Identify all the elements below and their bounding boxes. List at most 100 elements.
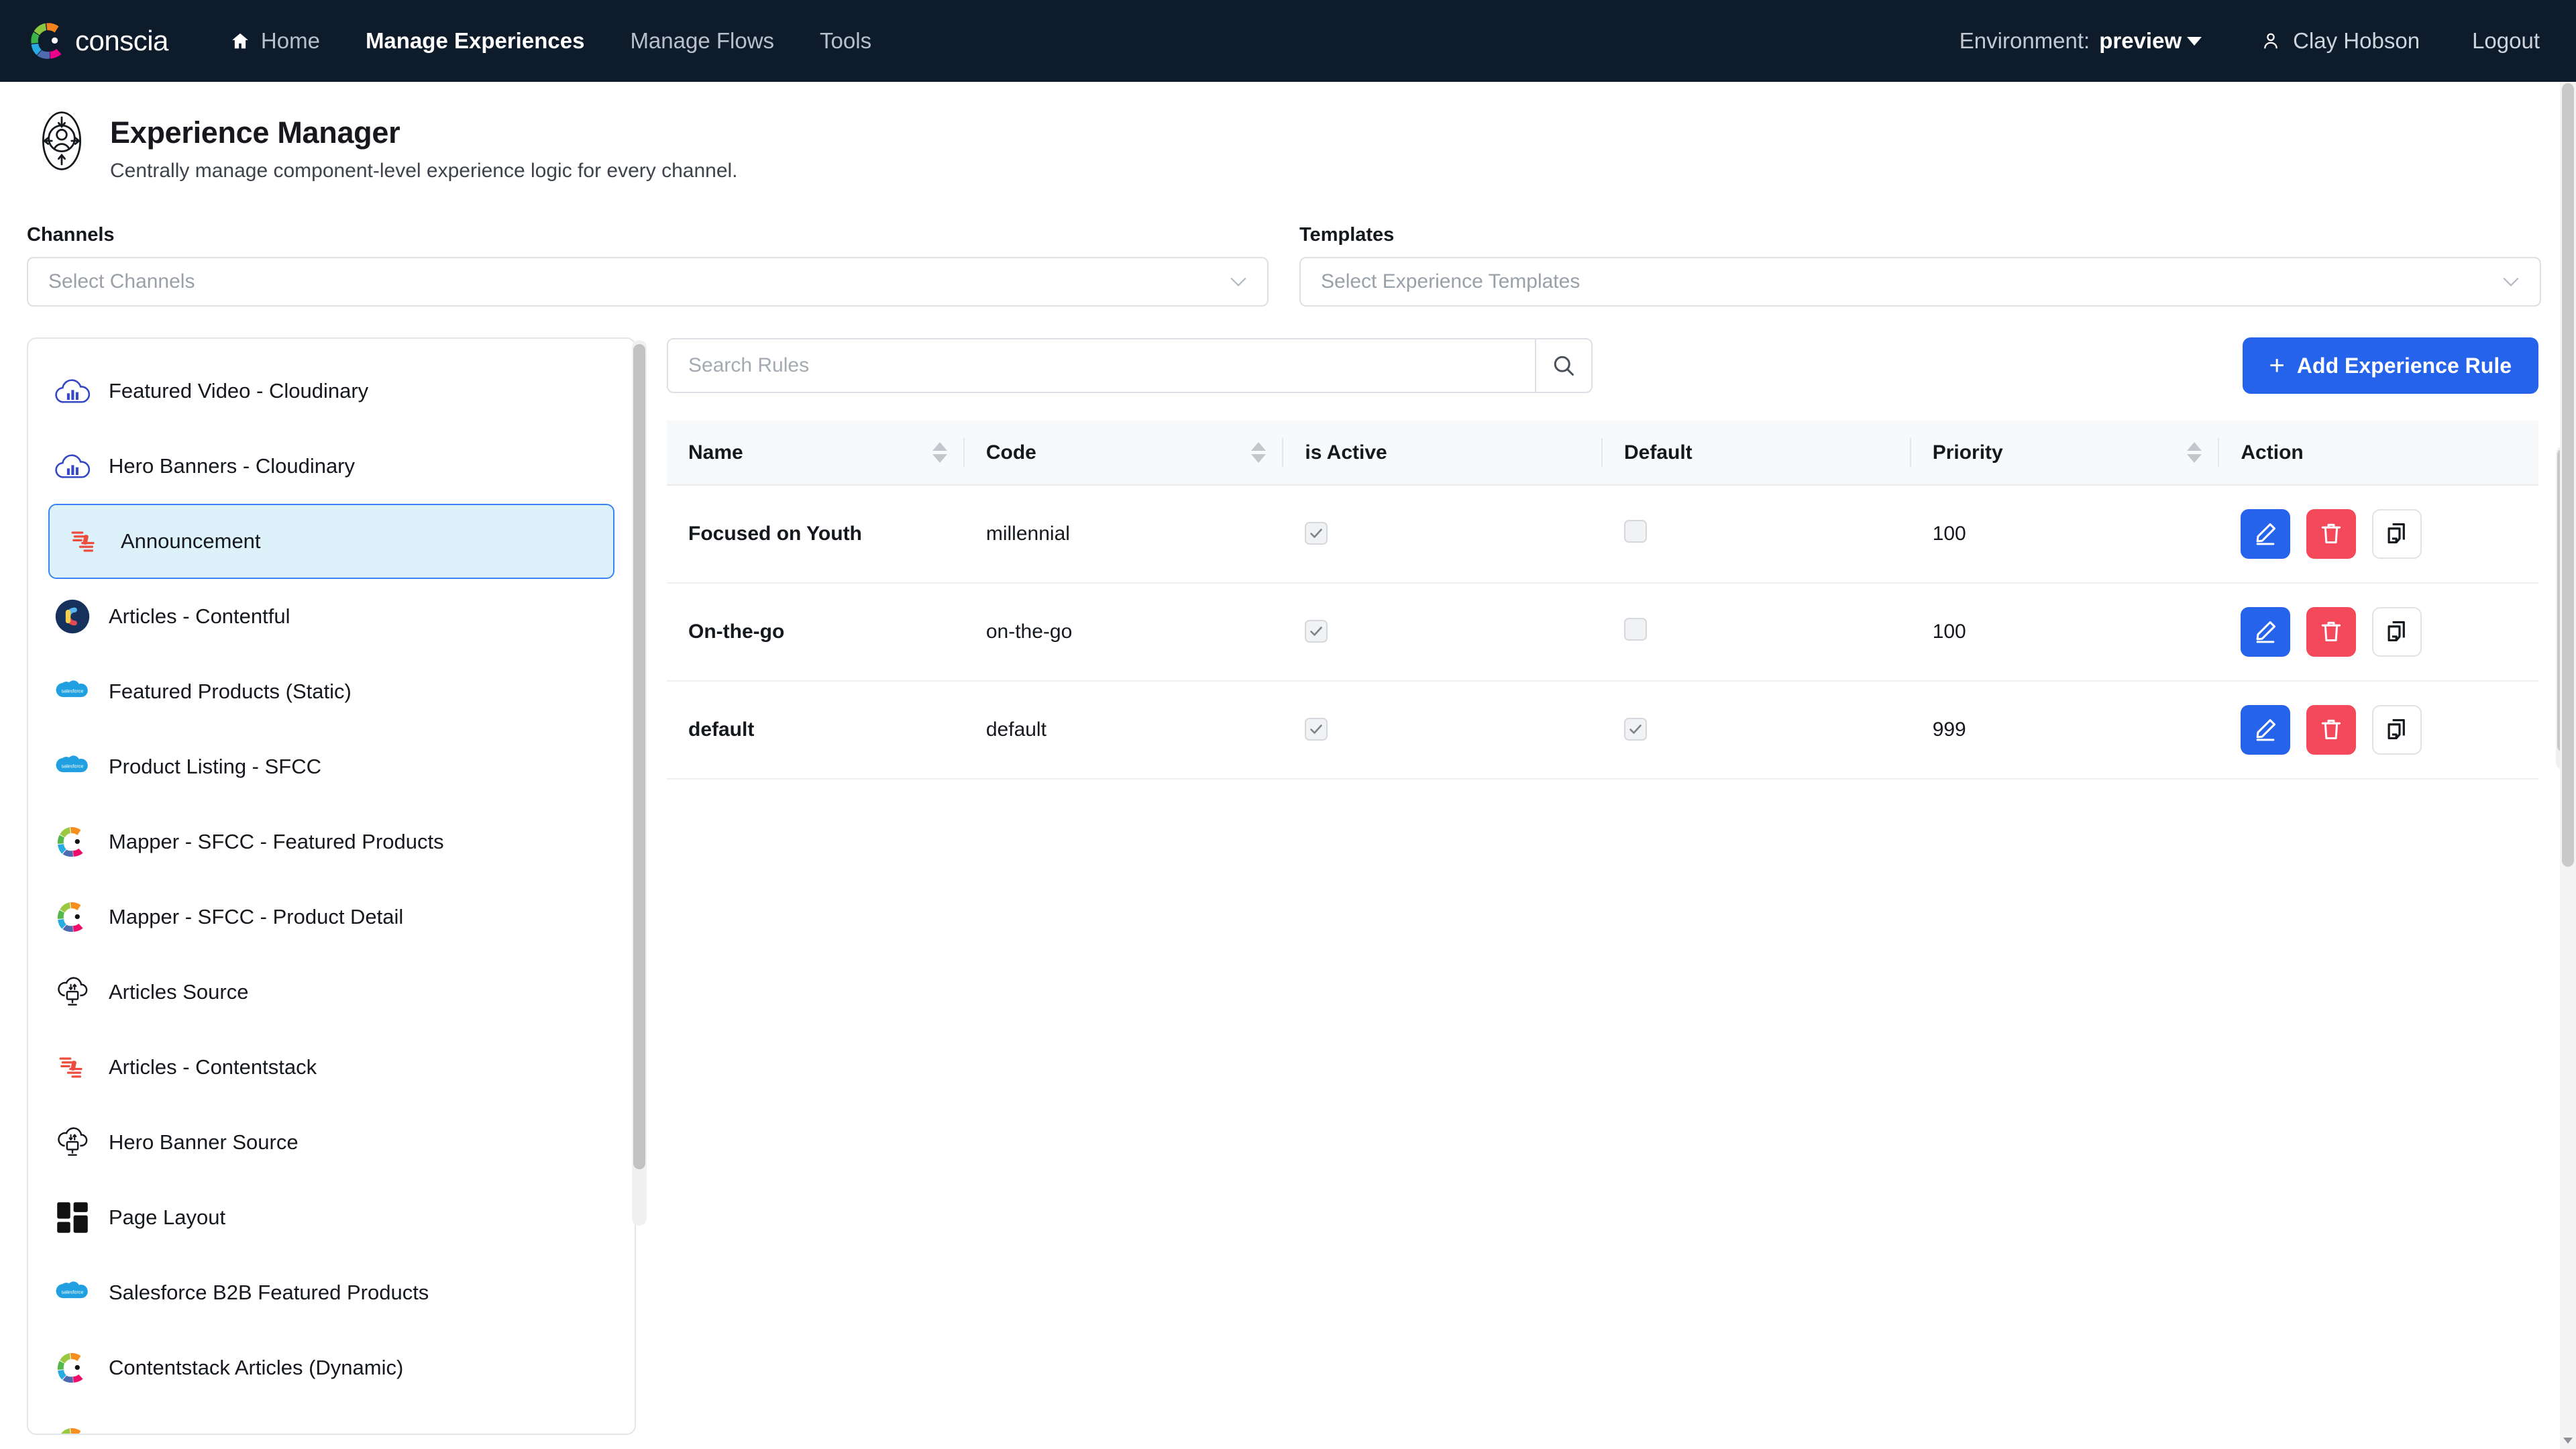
scroll-down-arrow-icon[interactable] [2563, 1438, 2573, 1444]
cell-priority: 100 [1911, 485, 2220, 584]
table-row: Focused on Youth millennial 100 [667, 485, 2538, 584]
cell-default [1602, 485, 1911, 584]
default-checkbox[interactable] [1623, 618, 1647, 641]
cell-action [2219, 681, 2538, 780]
sidebar-item-label: Contentstack Articles (Dynamic) [109, 1356, 404, 1379]
sidebar-item-announcement[interactable]: Announcement [48, 504, 614, 579]
svg-text:salesforce: salesforce [61, 688, 83, 694]
content-area: Featured Video - Cloudinary Hero Banners … [0, 307, 2576, 1435]
edit-button[interactable] [2241, 705, 2291, 755]
salesforce-icon: salesforce [55, 749, 90, 784]
channels-filter: Channels Select Channels [27, 224, 1269, 307]
channels-label: Channels [27, 224, 115, 246]
sort-icon[interactable] [932, 442, 947, 463]
pencil-icon [2253, 716, 2278, 744]
logout-button[interactable]: Logout [2472, 28, 2540, 54]
column-header-code-label: Code [985, 441, 1036, 464]
cell-name: On-the-go [667, 583, 965, 682]
pencil-icon [2253, 521, 2278, 548]
cell-default [1602, 681, 1911, 780]
templates-select[interactable]: Select Experience Templates [1299, 257, 2541, 307]
duplicate-button[interactable] [2372, 705, 2422, 755]
brand-name: conscia [75, 25, 168, 56]
column-header-action-label: Action [2241, 441, 2304, 464]
page-scrollbar[interactable] [2560, 82, 2576, 1449]
sidebar-item-hero-banners-cloudinary[interactable]: Hero Banners - Cloudinary [38, 429, 625, 504]
nav-item-tools[interactable]: Tools [797, 28, 894, 54]
nav-item-manage-experiences[interactable]: Manage Experiences [343, 28, 608, 54]
channels-select[interactable]: Select Channels [27, 257, 1269, 307]
nav-item-home-label: Home [260, 28, 320, 53]
salesforce-icon: salesforce [55, 674, 90, 709]
delete-button[interactable] [2306, 509, 2357, 559]
sidebar-item-articles-contentful[interactable]: Articles - Contentful [38, 579, 625, 654]
sort-icon[interactable] [1251, 442, 1267, 463]
default-checkbox[interactable] [1623, 717, 1647, 741]
page-header: Experience Manager Centrally manage comp… [0, 82, 2576, 182]
column-header-name[interactable]: Name [667, 421, 965, 486]
sidebar-item-contentstack-articles-dynamic[interactable]: Contentstack Articles (Dynamic) [38, 1330, 625, 1405]
copy-icon [2384, 521, 2410, 548]
sidebar-item-featured-products-static[interactable]: salesforce Featured Products (Static) [38, 654, 625, 729]
sidebar-item-articles-contentstack[interactable]: Articles - Contentstack [38, 1030, 625, 1105]
column-header-code[interactable]: Code [964, 421, 1284, 486]
duplicate-button[interactable] [2372, 509, 2422, 559]
search-icon [1552, 354, 1576, 378]
search-input[interactable] [668, 339, 1535, 392]
table-header-row: Name Code is Active Default Priority Act… [667, 421, 2538, 486]
rules-table: Name Code is Active Default Priority Act… [667, 421, 2538, 780]
cloudinary-icon [55, 449, 90, 484]
cell-priority: 999 [1911, 681, 2220, 780]
environment-selector[interactable]: Environment: preview [1960, 28, 2202, 54]
add-experience-rule-label: Add Experience Rule [2296, 353, 2512, 378]
sidebar-item-salesforce-b2b-featured-products[interactable]: salesforce Salesforce B2B Featured Produc… [38, 1255, 625, 1330]
sidebar-item-contentful-dynamic-content[interactable]: Contentful Dynamic Content [38, 1405, 625, 1434]
sidebar-item-hero-banner-source[interactable]: Hero Banner Source [38, 1105, 625, 1180]
sidebar-item-mapper-sfcc-product-detail[interactable]: Mapper - SFCC - Product Detail [38, 879, 625, 955]
delete-button[interactable] [2306, 705, 2357, 755]
sidebar-item-label: Mapper - SFCC - Featured Products [109, 830, 444, 853]
sidebar-item-articles-source[interactable]: Articles Source [38, 955, 625, 1030]
page-scrollbar-thumb[interactable] [2562, 83, 2574, 867]
is-active-checkbox[interactable] [1305, 717, 1328, 741]
chevron-down-icon [2502, 276, 2520, 287]
sidebar-item-label: Salesforce B2B Featured Products [109, 1281, 429, 1304]
copy-icon [2384, 619, 2410, 646]
duplicate-button[interactable] [2372, 607, 2422, 657]
channels-select-placeholder: Select Channels [48, 270, 195, 292]
sidebar-item-label: Page Layout [109, 1205, 226, 1229]
delete-button[interactable] [2306, 607, 2357, 657]
chevron-down-icon [1230, 276, 1247, 287]
filter-bar: Channels Select Channels Templates Selec… [0, 182, 2576, 307]
sidebar-item-label: Mapper - SFCC - Product Detail [109, 905, 404, 928]
page-subtitle: Centrally manage component-level experie… [110, 160, 738, 182]
column-header-priority[interactable]: Priority [1911, 421, 2220, 486]
row-actions [2241, 509, 2538, 559]
is-active-checkbox[interactable] [1305, 521, 1328, 545]
plus-icon: + [2269, 351, 2285, 380]
copy-icon [2384, 716, 2410, 744]
sort-icon[interactable] [2187, 442, 2202, 463]
is-active-checkbox[interactable] [1305, 619, 1328, 643]
sidebar-item-page-layout[interactable]: Page Layout [38, 1180, 625, 1255]
trash-icon [2318, 619, 2344, 646]
experience-manager-icon [31, 110, 93, 172]
edit-button[interactable] [2241, 607, 2291, 657]
sidebar-item-label: Articles - Contentful [109, 604, 290, 628]
cell-name: Focused on Youth [667, 485, 965, 584]
sidebar-item-featured-video-cloudinary[interactable]: Featured Video - Cloudinary [38, 354, 625, 429]
edit-button[interactable] [2241, 509, 2291, 559]
component-sidebar-wrapper: Featured Video - Cloudinary Hero Banners … [0, 337, 647, 1435]
nav-item-home[interactable]: Home [207, 28, 343, 54]
sidebar-item-product-listing-sfcc[interactable]: salesforce Product Listing - SFCC [38, 729, 625, 804]
sidebar-item-mapper-sfcc-featured-products[interactable]: Mapper - SFCC - Featured Products [38, 804, 625, 879]
default-checkbox[interactable] [1623, 520, 1647, 543]
nav-item-manage-flows[interactable]: Manage Flows [607, 28, 797, 54]
brand-logo[interactable]: conscia [27, 19, 168, 63]
conscia-logo-icon [27, 19, 71, 63]
salesforce-icon: salesforce [55, 1275, 90, 1310]
rules-table-head: Name Code is Active Default Priority Act… [667, 421, 2538, 486]
user-menu[interactable]: Clay Hobson [2261, 28, 2420, 54]
search-button[interactable] [1535, 339, 1591, 392]
add-experience-rule-button[interactable]: + Add Experience Rule [2242, 337, 2538, 394]
